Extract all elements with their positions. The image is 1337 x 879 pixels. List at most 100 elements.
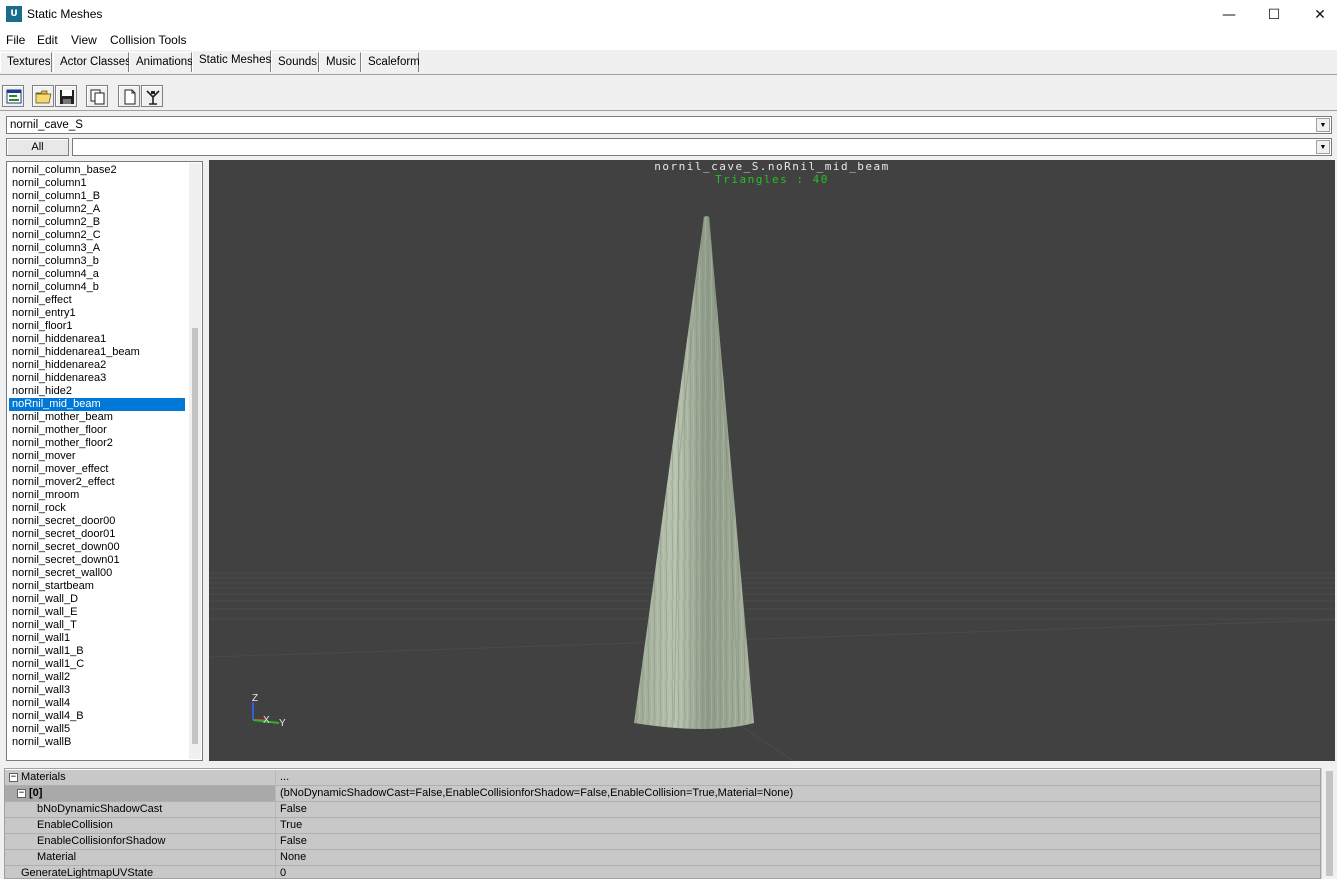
property-value[interactable]: 0 <box>276 866 1320 878</box>
list-item[interactable]: nornil_mother_floor2 <box>9 437 185 450</box>
list-item[interactable]: nornil_hiddenarea1_beam <box>9 346 185 359</box>
property-name-cell: Material <box>5 850 276 866</box>
property-row[interactable]: Material None <box>5 850 1320 866</box>
menu-file[interactable]: File <box>6 33 25 47</box>
all-button[interactable]: All <box>6 138 69 156</box>
mesh-list[interactable]: nornil_column_base2 nornil_column1 nornil_… <box>6 161 203 761</box>
list-item[interactable]: nornil_hiddenarea3 <box>9 372 185 385</box>
tab-animations[interactable]: Animations <box>129 52 193 72</box>
list-item[interactable]: nornil_column4_a <box>9 268 185 281</box>
list-item[interactable]: nornil_floor1 <box>9 320 185 333</box>
list-item[interactable]: nornil_secret_wall00 <box>9 567 185 580</box>
list-item[interactable]: nornil_hide2 <box>9 385 185 398</box>
list-item[interactable]: nornil_wall1_B <box>9 645 185 658</box>
tab-scaleform[interactable]: Scaleform <box>361 52 420 72</box>
list-item[interactable]: nornil_column4_b <box>9 281 185 294</box>
new-document-icon[interactable] <box>118 85 140 107</box>
list-item[interactable]: nornil_entry1 <box>9 307 185 320</box>
list-item[interactable]: nornil_column3_A <box>9 242 185 255</box>
list-item[interactable]: nornil_wall_D <box>9 593 185 606</box>
group-combo[interactable]: ▼ <box>72 138 1332 156</box>
list-item[interactable]: nornil_secret_down00 <box>9 541 185 554</box>
properties-scroll-thumb[interactable] <box>1326 771 1333 876</box>
list-item[interactable]: nornil_wall3 <box>9 684 185 697</box>
collapse-icon[interactable]: − <box>9 773 18 782</box>
tab-bar: Textures Actor Classes Animations Static… <box>0 50 1337 74</box>
chevron-down-icon[interactable]: ▼ <box>1316 118 1330 132</box>
axis-y-label: Y <box>279 718 286 729</box>
tab-divider <box>0 74 1337 75</box>
list-item[interactable]: nornil_mover_effect <box>9 463 185 476</box>
list-item[interactable]: nornil_hiddenarea1 <box>9 333 185 346</box>
property-row[interactable]: − Materials ... <box>5 770 1320 786</box>
list-item[interactable]: nornil_column3_b <box>9 255 185 268</box>
property-name-cell: GenerateLightmapUVState <box>5 866 276 879</box>
list-item[interactable]: nornil_wallB <box>9 736 185 749</box>
list-item[interactable]: nornil_secret_door01 <box>9 528 185 541</box>
list-item[interactable]: nornil_wall_E <box>9 606 185 619</box>
property-row[interactable]: bNoDynamicShadowCast False <box>5 802 1320 818</box>
list-item[interactable]: nornil_effect <box>9 294 185 307</box>
list-item[interactable]: nornil_wall1_C <box>9 658 185 671</box>
list-item[interactable]: nornil_rock <box>9 502 185 515</box>
property-row[interactable]: EnableCollision True <box>5 818 1320 834</box>
save-icon[interactable] <box>55 85 77 107</box>
list-item[interactable]: nornil_secret_down01 <box>9 554 185 567</box>
collapse-icon[interactable]: − <box>17 789 26 798</box>
list-item[interactable]: nornil_wall_T <box>9 619 185 632</box>
list-item[interactable]: noRnil_mid_beam <box>9 398 185 411</box>
property-value[interactable]: (bNoDynamicShadowCast=False,EnableCollis… <box>276 786 1320 802</box>
tab-actor-classes[interactable]: Actor Classes <box>53 52 131 72</box>
list-item[interactable]: nornil_wall4 <box>9 697 185 710</box>
list-item[interactable]: nornil_mother_beam <box>9 411 185 424</box>
copy-icon[interactable] <box>86 85 108 107</box>
property-value[interactable]: True <box>276 818 1320 834</box>
tab-textures[interactable]: Textures <box>0 52 52 72</box>
minimize-button[interactable]: — <box>1206 0 1252 30</box>
list-item[interactable]: nornil_hiddenarea2 <box>9 359 185 372</box>
property-value[interactable]: False <box>276 802 1320 818</box>
property-row[interactable]: − [0] (bNoDynamicShadowCast=False,Enable… <box>5 786 1320 802</box>
property-value[interactable]: ... <box>276 770 1320 786</box>
list-item[interactable]: nornil_wall5 <box>9 723 185 736</box>
list-item[interactable]: nornil_wall2 <box>9 671 185 684</box>
mesh-viewport[interactable]: nornil_cave_S.noRnil_mid_beam Triangles … <box>209 160 1335 761</box>
menu-edit[interactable]: Edit <box>37 33 58 47</box>
dock-icon[interactable] <box>2 85 24 107</box>
menu-view[interactable]: View <box>71 33 97 47</box>
tab-static-meshes[interactable]: Static Meshes <box>192 50 271 72</box>
list-item[interactable]: nornil_startbeam <box>9 580 185 593</box>
list-item[interactable]: nornil_wall1 <box>9 632 185 645</box>
property-name: GenerateLightmapUVState <box>21 867 154 879</box>
close-button[interactable]: ✕ <box>1297 0 1337 30</box>
mesh-list-scrollbar[interactable] <box>189 163 201 759</box>
list-item[interactable]: nornil_column1_B <box>9 190 185 203</box>
tools-icon[interactable] <box>141 85 163 107</box>
list-item[interactable]: nornil_column2_B <box>9 216 185 229</box>
open-folder-icon[interactable] <box>32 85 54 107</box>
maximize-button[interactable]: ☐ <box>1251 0 1297 30</box>
list-item[interactable]: nornil_column_base2 <box>9 164 185 177</box>
list-item[interactable]: nornil_mover <box>9 450 185 463</box>
list-item[interactable]: nornil_mother_floor <box>9 424 185 437</box>
tab-music[interactable]: Music <box>319 52 361 72</box>
list-item[interactable]: nornil_mover2_effect <box>9 476 185 489</box>
list-item[interactable]: nornil_column2_A <box>9 203 185 216</box>
property-row[interactable]: EnableCollisionforShadow False <box>5 834 1320 850</box>
chevron-down-icon[interactable]: ▼ <box>1316 140 1330 154</box>
properties-scrollbar[interactable] <box>1321 768 1337 879</box>
property-row[interactable]: GenerateLightmapUVState 0 <box>5 866 1320 879</box>
list-item[interactable]: nornil_wall4_B <box>9 710 185 723</box>
list-item[interactable]: nornil_column1 <box>9 177 185 190</box>
list-item[interactable]: nornil_mroom <box>9 489 185 502</box>
list-item[interactable]: nornil_secret_door00 <box>9 515 185 528</box>
package-combo[interactable]: nornil_cave_S ▼ <box>6 116 1332 134</box>
mesh-list-scroll-thumb[interactable] <box>192 328 198 744</box>
property-value[interactable]: False <box>276 834 1320 850</box>
list-item[interactable]: nornil_column2_C <box>9 229 185 242</box>
menu-collision-tools[interactable]: Collision Tools <box>110 33 186 47</box>
property-value[interactable]: None <box>276 850 1320 866</box>
properties-grid[interactable]: − Materials ... − [0] (bNoDynamicShadowC… <box>4 768 1321 879</box>
mesh-list-items: nornil_column_base2 nornil_column1 nornil_… <box>8 164 185 749</box>
tab-sounds[interactable]: Sounds <box>271 52 319 72</box>
